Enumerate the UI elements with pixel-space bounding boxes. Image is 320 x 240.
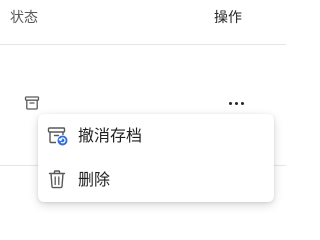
column-header-status: 状态 (10, 10, 38, 26)
table-view: 状态 操作 撤消存档 删除 (0, 0, 286, 208)
more-dot (235, 102, 238, 105)
menu-item-label: 删除 (78, 170, 111, 189)
archive-icon (24, 95, 40, 111)
more-horizontal-icon (229, 102, 232, 105)
more-actions-button[interactable] (226, 97, 246, 109)
unarchive-icon (47, 125, 69, 147)
menu-item-label: 撤消存档 (78, 126, 143, 145)
more-dot (241, 102, 244, 105)
row-action-menu: 撤消存档 删除 (38, 114, 274, 202)
table-header: 状态 操作 (0, 0, 286, 45)
trash-icon (47, 169, 69, 191)
menu-item-unarchive[interactable]: 撤消存档 (38, 114, 274, 158)
column-header-actions: 操作 (214, 10, 242, 26)
menu-item-delete[interactable]: 删除 (38, 158, 274, 202)
